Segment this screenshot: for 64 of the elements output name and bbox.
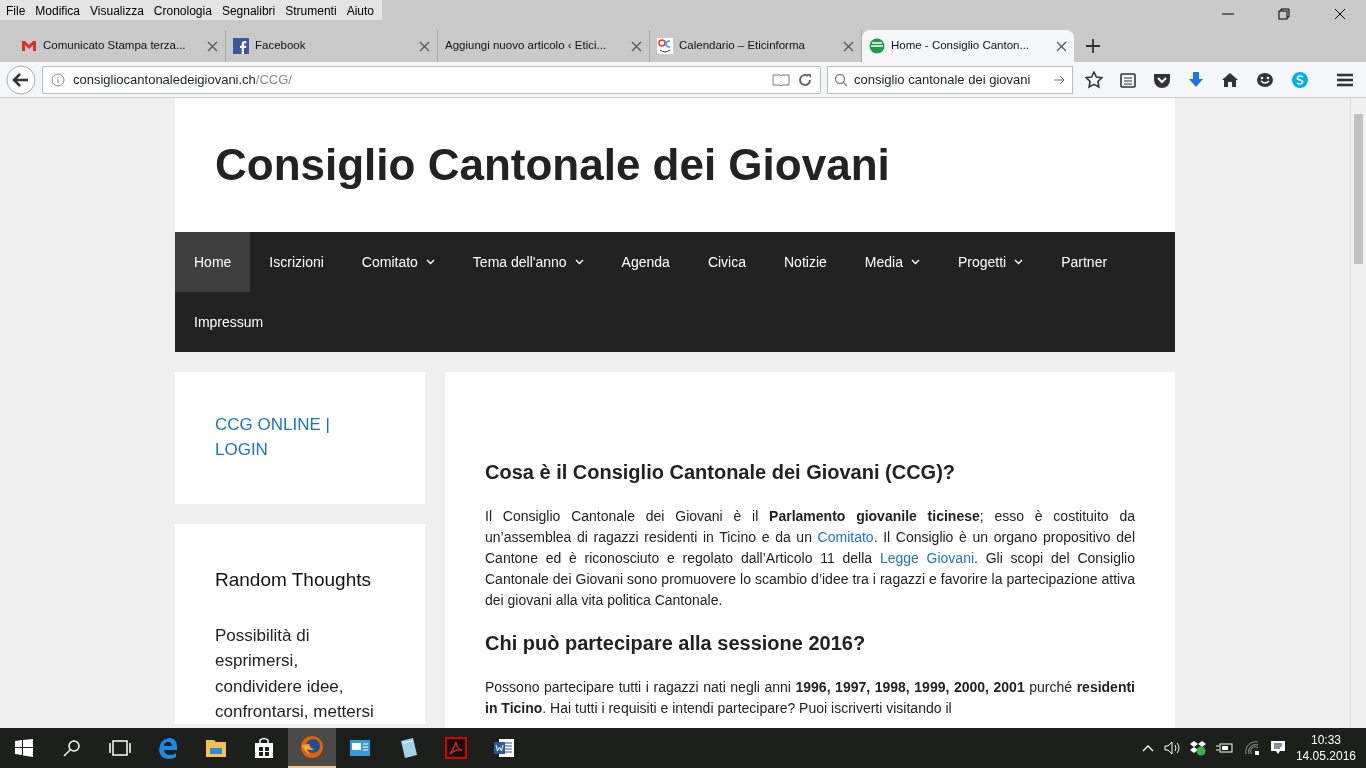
battery-icon[interactable] [1215,742,1234,754]
nav-link[interactable]: Iscrizioni [250,232,343,292]
mail-icon [21,40,37,52]
wifi-icon[interactable] [1243,741,1260,755]
home-icon[interactable] [1221,71,1239,88]
chevron-up-icon[interactable] [1141,744,1154,752]
address-bar[interactable]: consigliocantonaledeigiovani.ch/CCG/ [42,65,821,94]
close-icon[interactable] [1056,40,1067,52]
go-arrow-icon[interactable] [1054,74,1066,85]
widget-title: Random Thoughts [215,568,372,592]
reload-icon[interactable] [798,72,812,87]
notification-icon[interactable] [1269,740,1286,756]
browser-tab[interactable]: Home - Consiglio Canton... [862,30,1074,62]
reader-view-icon[interactable] [772,72,790,87]
menu-item[interactable]: Visualizza [86,0,150,20]
info-icon[interactable] [51,72,65,87]
facebook-icon [233,38,249,54]
new-tab-icon[interactable] [1086,39,1100,53]
close-icon[interactable] [1334,8,1346,20]
menu-item[interactable]: Cronologia [149,0,218,20]
clock-time[interactable]: 10:33 [1295,732,1356,748]
menu-item[interactable]: Segnalibri [217,0,282,20]
smiley-icon[interactable] [1256,71,1274,88]
menu-item[interactable]: Strumenti [281,0,343,20]
calendar-logo-icon [657,38,673,54]
paragraph: Il Consiglio Cantonale dei Giovani è il Parlamento giovanile ticinese; esso è costituito da un’assemblea di ragazzi residenti in Ticino e da un Comitato. Il Consiglio è un organo propositivo del Cantone ed è riconosciuto e regolato dall’Articolo 11 della Legge Giovani. Gli scopi del Consiglio Cantonale dei Giovani sono promuovere lo scambio d’idee tra i ragazzi e favorire la partecipazione attiva dei giovani alla vita politica Cantonale. [485,507,1135,610]
restore-icon[interactable] [1278,8,1290,20]
star-icon[interactable] [1085,70,1103,89]
nav-link[interactable]: Agenda [602,232,689,292]
download-icon[interactable] [1188,70,1204,89]
list-icon[interactable] [1120,71,1136,88]
section-heading: Cosa è il Consiglio Cantonale dei Giovani (CCG)? [485,460,957,484]
nav-link[interactable]: Civica [688,232,765,292]
inline-link[interactable]: Comitato [817,529,874,545]
search-text: consiglio cantonale dei giovani [854,70,1032,89]
site-logo-icon [869,38,885,54]
section-heading: Chi può partecipare alla sessione 2016? [485,631,867,655]
search-icon[interactable] [63,739,81,757]
clock-date[interactable]: 14.05.2016 [1295,748,1356,764]
windows-logo-icon[interactable] [15,739,33,757]
nav-link[interactable]: Progetti [938,232,1043,292]
pocket-icon[interactable] [1153,71,1171,88]
search-field[interactable]: consiglio cantonale dei giovani [827,65,1073,94]
nav-link[interactable]: Impressum [175,292,283,352]
paragraph: Possono partecipare tutti i ragazzi nati negli anni 1996, 1997, 1998, 1999, 2000, 2001 purché residenti in Ticino. Hai tutti i requisiti e intendi partecipare? Puoi iscriverti visitando il [485,678,1135,718]
menu-item[interactable]: Aiuto [342,0,380,20]
nav-link[interactable]: Home [175,232,251,292]
nav-link[interactable]: Notizie [765,232,846,292]
back-icon[interactable] [6,64,36,95]
nav-link[interactable]: Tema dell'anno [453,232,603,292]
menu-item[interactable]: Modifica [31,0,87,20]
scrollbar[interactable] [1350,98,1366,728]
sync-icon[interactable] [1189,740,1206,756]
url-text: consigliocantonaledeigiovani.ch/CCG/ [73,70,292,89]
search-icon [834,72,848,87]
nav-link[interactable]: Media [845,232,939,292]
nav-link[interactable]: Comitato [342,232,454,292]
nav-link[interactable]: Partner [1042,232,1127,292]
menu-icon[interactable] [1336,71,1354,88]
browser-icon[interactable] [288,728,336,768]
task-view-icon[interactable] [109,740,131,756]
widget-text: Possibilità di esprimersi, condividere idee, confrontarsi, mettersi [215,624,375,723]
menu-item[interactable]: File [2,0,32,20]
speaker-icon[interactable] [1163,741,1180,755]
